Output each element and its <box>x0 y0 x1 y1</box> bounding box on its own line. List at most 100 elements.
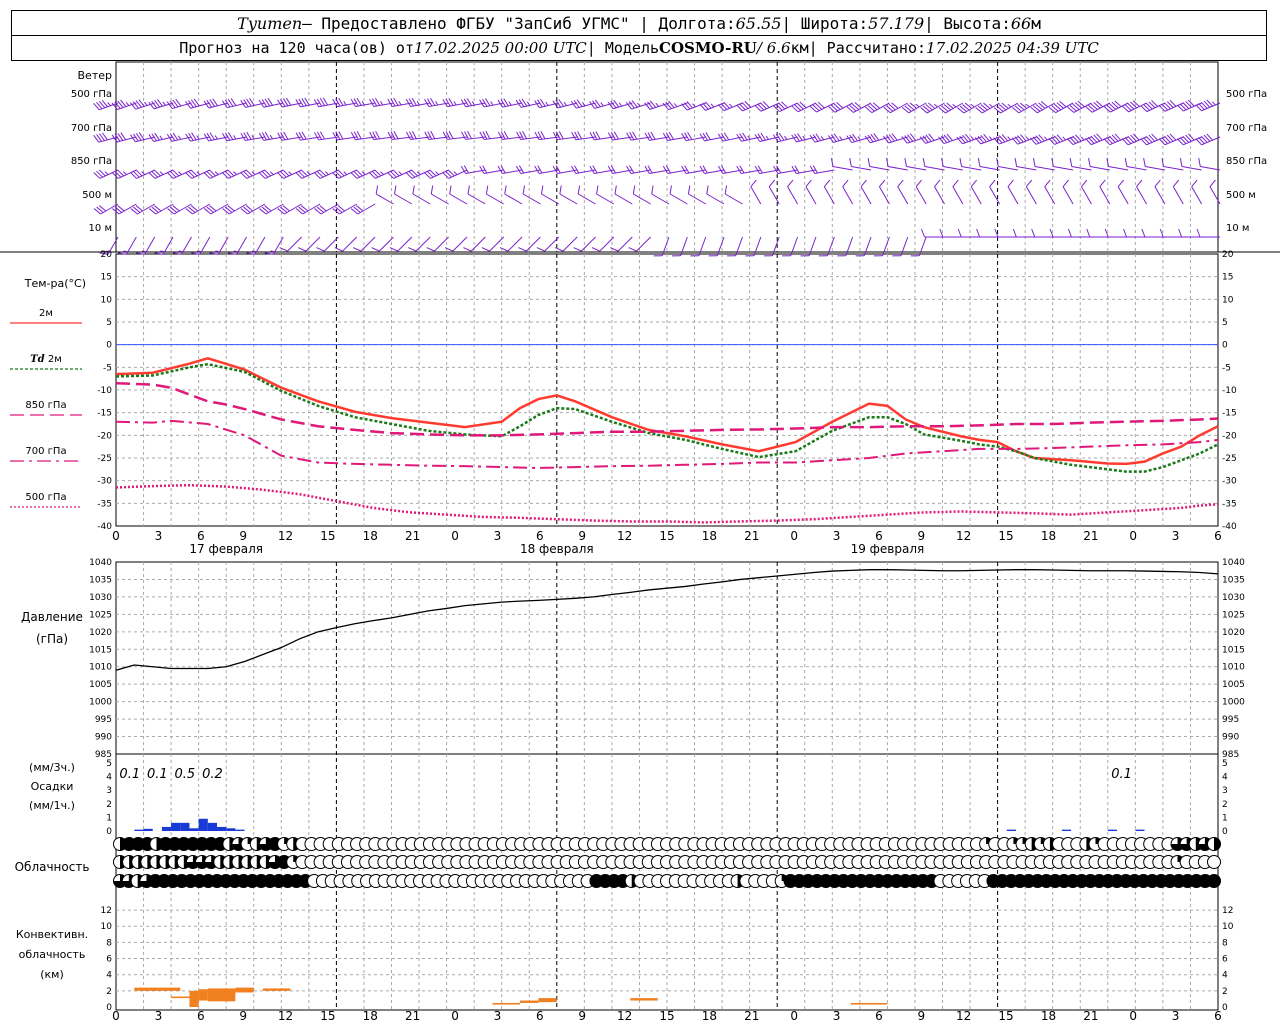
cloudiness-panel <box>113 837 1221 888</box>
wind-barb-staff <box>724 193 743 205</box>
wind-barb-staff <box>845 236 854 256</box>
wind-barb-staff <box>869 166 890 171</box>
pres-ytick-left: 990 <box>95 733 112 743</box>
wind-barb-flag <box>632 185 636 195</box>
wind-barb-flag <box>897 179 904 187</box>
bottom-xtick: 9 <box>239 1009 247 1023</box>
wind-barb-flag <box>1143 158 1146 167</box>
pres-ytick-right: 1005 <box>1222 680 1245 690</box>
wind-barb-flag <box>1209 179 1216 187</box>
wind-barb-flag <box>787 179 794 187</box>
wind-barb-staff <box>832 166 853 171</box>
wind-barb-flag <box>1032 158 1036 167</box>
wind-barb-flag <box>970 179 978 187</box>
conv-title-1: Конвективн. <box>16 928 88 941</box>
wind-barb-half <box>160 250 165 253</box>
temp-ytick-left: 10 <box>101 295 113 305</box>
wind-barb-staff <box>636 236 651 252</box>
temp-ytick-left: -20 <box>97 431 112 441</box>
convective-bar <box>198 989 208 1001</box>
wind-barb-staff <box>394 193 413 205</box>
day-label: 19 февраля <box>851 542 925 556</box>
bottom-xtick: 3 <box>833 1009 841 1023</box>
wind-barb-half <box>710 103 715 108</box>
wind-barb-half <box>215 250 220 253</box>
wind-barb-flag <box>463 247 472 252</box>
wind-barb-flag <box>1014 158 1018 167</box>
temp-ytick-right: -25 <box>1222 454 1237 464</box>
day-label: 17 февраля <box>189 542 263 556</box>
prec-ytick-left: 2 <box>106 800 112 810</box>
wind-barb-flag <box>823 179 831 187</box>
bottom-xtick: 15 <box>998 1009 1013 1023</box>
temp-xtick: 0 <box>1129 529 1137 543</box>
wind-barb-half <box>1025 136 1030 141</box>
pres-ytick-right: 1000 <box>1222 698 1245 708</box>
temp-ytick-left: -30 <box>97 477 112 487</box>
bottom-xtick: 21 <box>1083 1009 1098 1023</box>
wind-barb-half <box>970 136 975 141</box>
wind-barb-flag <box>959 158 963 167</box>
precip-3h-sum: 0.1 <box>147 767 168 782</box>
wind-barb-flag <box>522 185 526 195</box>
wind-barb-half <box>600 102 604 107</box>
wind-level-label-right: 500 гПа <box>1226 89 1267 100</box>
wind-barb-half <box>1007 136 1011 141</box>
bottom-xtick: 18 <box>363 1009 378 1023</box>
wind-level-label-left: 500 гПа <box>71 89 112 100</box>
wind-barb-staff <box>787 186 798 205</box>
pres-ytick-left: 1000 <box>89 698 112 708</box>
wind-barb-half <box>398 100 402 106</box>
wind-barb-flag <box>555 247 564 252</box>
legend-td: Td 2м <box>30 354 62 365</box>
temp-xtick: 9 <box>239 529 247 543</box>
wind-barb-flag <box>750 179 757 187</box>
temp-ytick-left: 0 <box>106 341 112 351</box>
wind-barb-half <box>178 250 184 253</box>
wind-barb-half <box>526 101 531 106</box>
wind-barb-half <box>233 171 237 176</box>
wind-barb-half <box>214 135 218 140</box>
wind-barb-flag <box>915 179 922 187</box>
temp-xtick: 0 <box>451 529 459 543</box>
wind-barb-flag <box>1099 179 1106 187</box>
wind-barb-flag <box>1179 158 1183 167</box>
wind-barb-staff <box>669 193 688 205</box>
wind-barb-flag <box>504 185 507 195</box>
temp-xtick: 3 <box>494 529 502 543</box>
wind-barb-half <box>233 250 239 253</box>
pres-ytick-right: 1015 <box>1222 645 1245 655</box>
conv-ytick-left: 4 <box>106 971 112 981</box>
bottom-xtick: 3 <box>155 1009 163 1023</box>
wind-barb-staff <box>826 236 835 256</box>
wind-barb-staff <box>900 236 909 256</box>
wind-barb-staff <box>863 236 872 256</box>
wind-barb-flag <box>1198 158 1201 167</box>
temp-ytick-left: 20 <box>101 250 113 260</box>
wind-barb-staff <box>507 236 523 252</box>
wind-barb-staff <box>541 193 560 205</box>
wind-barb-staff <box>1136 186 1147 205</box>
temp-xtick: 6 <box>197 529 205 543</box>
wind-barb-flag <box>1012 228 1017 238</box>
wind-barb-staff <box>375 193 394 205</box>
wind-barb-staff <box>961 166 982 171</box>
wind-level-label-right: 500 м <box>1226 190 1256 201</box>
wind-barb-staff <box>943 166 963 171</box>
wind-barb-flag <box>1117 179 1124 187</box>
wind-barb-staff <box>706 193 725 205</box>
precip-bar <box>1135 829 1145 831</box>
legend-700: 700 гПа <box>25 446 66 457</box>
wind-barb-half <box>162 101 166 106</box>
wind-barb-staff <box>979 166 1000 171</box>
wind-barb-flag <box>669 185 672 195</box>
temperature-panel <box>10 322 1219 524</box>
wind-barb-staff <box>412 193 431 205</box>
wind-level-label-left: 700 гПа <box>71 123 112 134</box>
wind-barb-flag <box>1031 228 1036 238</box>
convective-bar <box>171 996 190 999</box>
meteogram: 500 гПа 500 гПа 700 гПа 700 гПа 850 гПа 850 г… <box>0 61 1280 1023</box>
wind-barb-flag <box>1178 228 1183 238</box>
temp-ytick-right: 15 <box>1222 273 1233 283</box>
wind-barb-half <box>820 136 825 141</box>
